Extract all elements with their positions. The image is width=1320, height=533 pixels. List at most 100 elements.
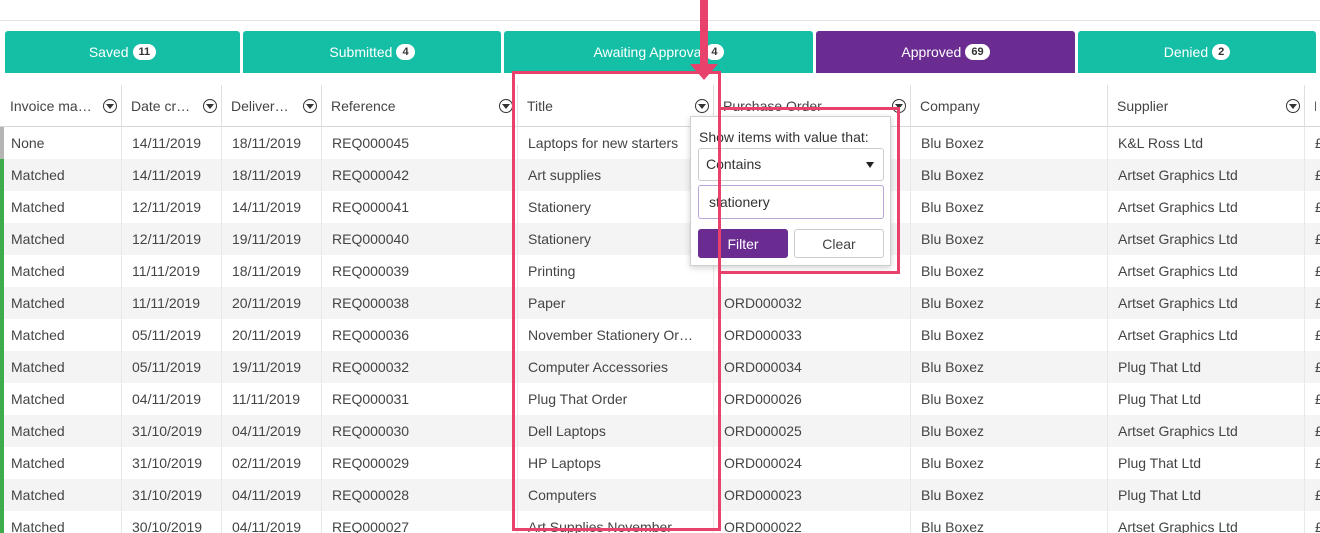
cell-invoice-match: Matched	[11, 487, 65, 503]
annotation-arrow-head	[690, 64, 718, 80]
cell-date-created: 04/11/2019	[121, 383, 221, 415]
cell-delivery-date: 04/11/2019	[221, 415, 321, 447]
cell-supplier: Plug That Ltd	[1107, 383, 1304, 415]
cell-invoice-match: Matched	[11, 423, 65, 439]
cell-delivery-date: 19/11/2019	[221, 351, 321, 383]
cell-date-created: 31/10/2019	[121, 415, 221, 447]
column-header-invoice-match[interactable]: Invoice mat…	[0, 85, 121, 127]
cell-amount: £	[1304, 415, 1320, 447]
cell-delivery-date: 20/11/2019	[221, 287, 321, 319]
tab-label: Submitted	[329, 44, 393, 60]
cell-date-created: 30/10/2019	[121, 511, 221, 533]
cell-supplier: Artset Graphics Ltd	[1107, 223, 1304, 255]
cell-delivery-date: 18/11/2019	[221, 159, 321, 191]
cell-delivery-date: 02/11/2019	[221, 447, 321, 479]
cell-reference: REQ000041	[321, 191, 517, 223]
cell-reference: REQ000042	[321, 159, 517, 191]
cell-delivery-date: 14/11/2019	[221, 191, 321, 223]
cell-amount: £	[1304, 447, 1320, 479]
tab-saved[interactable]: Saved 11	[5, 31, 240, 73]
tab-label: Saved	[88, 44, 129, 60]
column-header-date-created[interactable]: Date cre…	[121, 85, 221, 127]
cell-date-created: 12/11/2019	[121, 191, 221, 223]
cell-supplier: Artset Graphics Ltd	[1107, 287, 1304, 319]
cell-amount: £	[1304, 255, 1320, 287]
column-header-delivery[interactable]: Delivery …	[221, 85, 321, 127]
cell-invoice-match: None	[11, 135, 45, 151]
cell-reference: REQ000027	[321, 511, 517, 533]
cell-supplier: Plug That Ltd	[1107, 351, 1304, 383]
tab-count-badge: 11	[132, 44, 157, 60]
cell-supplier: Plug That Ltd	[1107, 447, 1304, 479]
cell-invoice-match: Matched	[11, 263, 65, 279]
cell-company: Blu Boxez	[910, 287, 1107, 319]
cell-amount: £	[1304, 511, 1320, 533]
cell-date-created: 05/11/2019	[121, 319, 221, 351]
filter-icon[interactable]	[303, 99, 317, 113]
cell-invoice-match: Matched	[11, 519, 65, 533]
tab-label: Approved	[901, 44, 962, 60]
column-header-reference[interactable]: Reference	[321, 85, 517, 127]
title-column-highlight	[512, 71, 721, 531]
cell-purchase-order: ORD000034	[713, 351, 910, 383]
tab-count-badge: 69	[965, 44, 990, 60]
cell-amount: £	[1304, 159, 1320, 191]
cell-invoice-match: Matched	[11, 199, 65, 215]
column-header-next[interactable]: N	[1304, 85, 1320, 127]
cell-delivery-date: 19/11/2019	[221, 223, 321, 255]
cell-company: Blu Boxez	[910, 223, 1107, 255]
cell-date-created: 14/11/2019	[121, 159, 221, 191]
cell-reference: REQ000029	[321, 447, 517, 479]
cell-invoice-match: Matched	[11, 359, 65, 375]
filter-icon[interactable]	[103, 99, 117, 113]
cell-company: Blu Boxez	[910, 447, 1107, 479]
column-header-label: Delivery …	[231, 98, 293, 114]
cell-supplier: Artset Graphics Ltd	[1107, 415, 1304, 447]
filter-icon[interactable]	[1286, 99, 1300, 113]
column-header-supplier[interactable]: Supplier	[1107, 85, 1304, 127]
filter-icon[interactable]	[499, 99, 513, 113]
cell-company: Blu Boxez	[910, 511, 1107, 533]
tab-count-badge: 2	[1212, 44, 1231, 60]
cell-amount: £	[1304, 191, 1320, 223]
cell-company: Blu Boxez	[910, 383, 1107, 415]
cell-purchase-order: ORD000024	[713, 447, 910, 479]
cell-amount: £	[1304, 319, 1320, 351]
cell-purchase-order: ORD000026	[713, 383, 910, 415]
tab-awaiting-approval[interactable]: Awaiting Approva 4	[504, 31, 813, 73]
cell-reference: REQ000028	[321, 479, 517, 511]
cell-delivery-date: 18/11/2019	[221, 255, 321, 287]
cell-purchase-order: ORD000023	[713, 479, 910, 511]
cell-supplier: Artset Graphics Ltd	[1107, 159, 1304, 191]
tab-submitted[interactable]: Submitted 4	[243, 31, 501, 73]
cell-amount: £	[1304, 287, 1320, 319]
cell-date-created: 31/10/2019	[121, 447, 221, 479]
annotation-arrow-shaft	[700, 0, 708, 66]
cell-date-created: 11/11/2019	[121, 287, 221, 319]
filter-popup-highlight	[719, 107, 900, 274]
tab-label: Denied	[1163, 44, 1209, 60]
cell-reference: REQ000039	[321, 255, 517, 287]
cell-date-created: 12/11/2019	[121, 223, 221, 255]
cell-amount: £	[1304, 479, 1320, 511]
tab-denied[interactable]: Denied 2	[1078, 31, 1316, 73]
cell-supplier: Plug That Ltd	[1107, 479, 1304, 511]
cell-supplier: Artset Graphics Ltd	[1107, 511, 1304, 533]
column-header-label: N	[1314, 98, 1316, 114]
column-header-label: Supplier	[1117, 98, 1169, 114]
cell-supplier: Artset Graphics Ltd	[1107, 255, 1304, 287]
column-header-company[interactable]: Company	[910, 85, 1107, 127]
cell-company: Blu Boxez	[910, 159, 1107, 191]
tab-approved[interactable]: Approved 69	[816, 31, 1075, 73]
cell-invoice-match: Matched	[11, 167, 65, 183]
cell-date-created: 11/11/2019	[121, 255, 221, 287]
cell-company: Blu Boxez	[910, 415, 1107, 447]
cell-reference: REQ000038	[321, 287, 517, 319]
cell-company: Blu Boxez	[910, 191, 1107, 223]
cell-date-created: 05/11/2019	[121, 351, 221, 383]
cell-company: Blu Boxez	[910, 351, 1107, 383]
cell-date-created: 14/11/2019	[121, 127, 221, 159]
cell-delivery-date: 04/11/2019	[221, 479, 321, 511]
cell-purchase-order: ORD000025	[713, 415, 910, 447]
filter-icon[interactable]	[203, 99, 217, 113]
